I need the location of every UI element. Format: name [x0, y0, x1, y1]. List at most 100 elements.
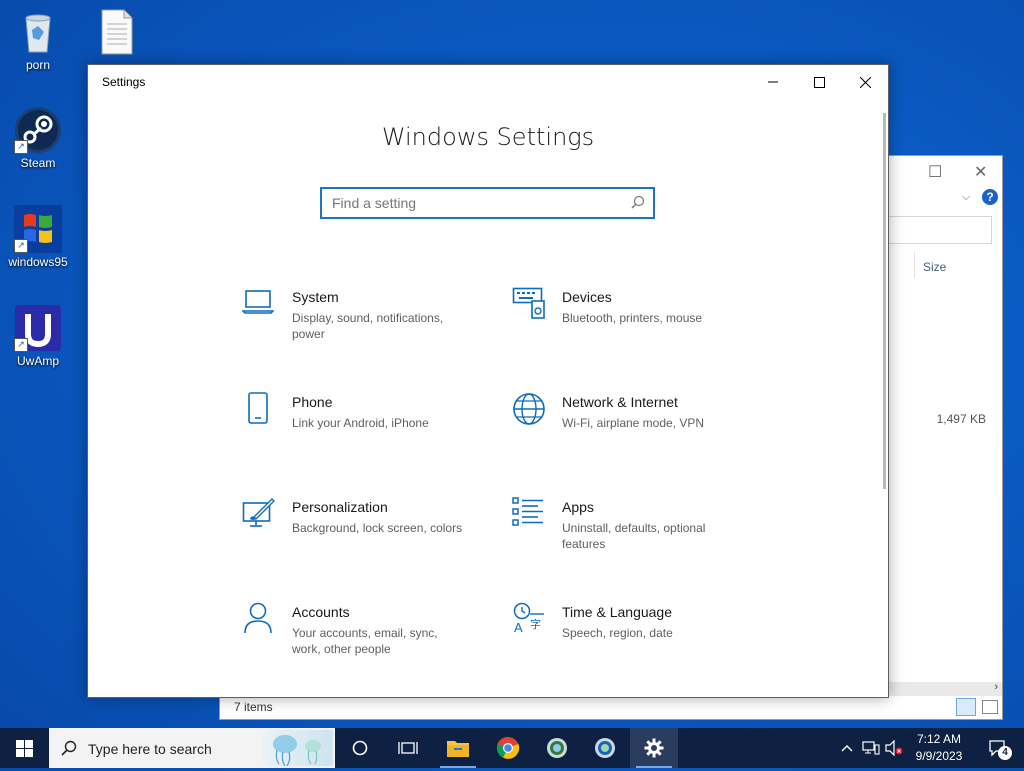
apps-list-icon: [512, 497, 562, 577]
app-globe-icon: [595, 738, 615, 758]
close-icon[interactable]: ✕: [974, 162, 987, 182]
network-tray-button[interactable]: [860, 728, 882, 768]
tile-accounts[interactable]: Accounts Your accounts, email, sync, wor…: [242, 602, 482, 682]
tile-devices[interactable]: Devices Bluetooth, printers, mouse: [512, 287, 752, 367]
shortcut-arrow-icon: ↗: [14, 140, 28, 154]
desktop-icon-steam[interactable]: ↗ Steam: [2, 106, 74, 170]
tile-title: Apps: [562, 499, 594, 515]
tile-network[interactable]: Network & Internet Wi-Fi, airplane mode,…: [512, 392, 752, 472]
document-icon: [92, 8, 140, 56]
settings-taskbar-button[interactable]: [630, 728, 678, 768]
globe-icon: [512, 392, 562, 472]
cortana-button[interactable]: [336, 728, 384, 768]
tile-time-language[interactable]: A字 Time & Language Speech, region, date: [512, 602, 752, 682]
app-taskbar-button-2[interactable]: [581, 728, 629, 768]
desktop-icon-label: porn: [25, 58, 51, 72]
chevron-down-icon[interactable]: ⌵: [962, 191, 970, 204]
tile-description: Uninstall, defaults, optional features: [562, 521, 706, 551]
time-language-icon: A字: [512, 602, 562, 682]
taskbar-search-box[interactable]: Type here to search: [49, 728, 335, 768]
laptop-icon: [241, 287, 292, 367]
status-bar-items: 7 items: [234, 700, 273, 714]
clock[interactable]: 7:12 AM 9/9/2023: [905, 731, 973, 765]
desktop-icon-windows95[interactable]: ↗ windows95: [2, 205, 74, 269]
desktop-icon-label: windows95: [8, 255, 68, 269]
desktop-icon-label: Steam: [20, 156, 56, 170]
shortcut-arrow-icon: ↗: [14, 338, 28, 352]
desktop-icon-uwamp[interactable]: ↗ UwAmp: [2, 304, 74, 368]
tile-personalization[interactable]: Personalization Background, lock screen,…: [242, 497, 482, 577]
tile-title: Devices: [562, 289, 612, 305]
details-view-button[interactable]: [956, 698, 976, 716]
tile-description: Wi-Fi, airplane mode, VPN: [562, 416, 705, 430]
tile-description: Speech, region, date: [562, 626, 673, 640]
tile-description: Background, lock screen, colors: [292, 521, 463, 535]
notification-badge: 4: [998, 746, 1012, 760]
search-icon[interactable]: [631, 195, 645, 214]
tile-title: System: [292, 289, 339, 305]
column-header-size[interactable]: Size: [914, 252, 994, 278]
search-box[interactable]: [888, 216, 992, 244]
gear-icon: [644, 738, 664, 758]
paint-icon: [242, 497, 292, 577]
search-highlight-jellyfish-icon: [263, 730, 333, 767]
tile-title: Accounts: [292, 604, 350, 620]
volume-tray-button[interactable]: [883, 728, 905, 768]
network-icon: [862, 741, 880, 755]
scroll-right-icon[interactable]: ›: [994, 681, 998, 693]
person-icon: [242, 602, 292, 682]
clock-time: 7:12 AM: [916, 732, 962, 746]
search-icon: [61, 740, 77, 756]
window-title: Settings: [102, 75, 146, 89]
app-taskbar-button-1[interactable]: [533, 728, 581, 768]
vertical-scrollbar[interactable]: [883, 113, 886, 489]
tile-description: Display, sound, notifications, power: [292, 311, 444, 341]
chrome-taskbar-button[interactable]: [484, 728, 532, 768]
tile-description: Link your Android, iPhone: [292, 416, 429, 430]
large-icons-view-button[interactable]: [982, 700, 998, 714]
start-button[interactable]: [0, 728, 48, 768]
volume-muted-icon: [885, 740, 903, 756]
tile-title: Network & Internet: [562, 394, 678, 410]
keyboard-devices-icon: [512, 287, 562, 367]
maximize-button[interactable]: [796, 65, 842, 99]
file-size: 1,497 KB: [936, 412, 986, 426]
app-globe-icon: [547, 738, 567, 758]
recycle-bin-icon: [14, 8, 62, 56]
svg-text:字: 字: [530, 617, 541, 631]
maximize-icon: [813, 76, 825, 88]
desktop-icon-label: UwAmp: [16, 354, 59, 368]
task-view-button[interactable]: [384, 728, 432, 768]
search-input[interactable]: [330, 189, 624, 217]
title-bar[interactable]: Settings: [88, 65, 888, 99]
file-explorer-taskbar-button[interactable]: [434, 728, 482, 768]
uwamp-icon: ↗: [14, 304, 62, 352]
tile-system[interactable]: System Display, sound, notifications, po…: [241, 287, 482, 367]
minimize-icon: [768, 81, 778, 83]
desktop-icon-recycle-bin[interactable]: porn: [2, 8, 74, 72]
windows95-icon: ↗: [14, 205, 62, 253]
action-center-button[interactable]: 4: [978, 728, 1018, 768]
find-setting-search[interactable]: [320, 187, 655, 219]
taskbar-search-placeholder: Type here to search: [88, 741, 212, 757]
taskbar: Type here to search 7:12 AM 9/9/2023 4: [0, 728, 1024, 768]
page-title: Windows Settings: [381, 123, 595, 151]
help-icon[interactable]: ?: [982, 189, 998, 205]
minimize-button[interactable]: [750, 65, 796, 99]
tile-title: Personalization: [292, 499, 388, 515]
windows-logo-icon: [15, 739, 33, 757]
cortana-circle-icon: [352, 740, 368, 756]
close-button[interactable]: [842, 65, 888, 99]
phone-icon: [242, 392, 292, 472]
show-hidden-icons-button[interactable]: [838, 728, 856, 768]
tile-description: Bluetooth, printers, mouse: [562, 311, 703, 325]
shortcut-arrow-icon: ↗: [14, 239, 28, 253]
tile-apps[interactable]: Apps Uninstall, defaults, optional featu…: [512, 497, 752, 577]
tile-description: Your accounts, email, sync, work, other …: [292, 626, 438, 656]
task-view-icon: [398, 742, 418, 754]
desktop-icon-document[interactable]: [80, 8, 152, 58]
settings-window[interactable]: Settings Windows Settings System Display…: [87, 64, 889, 698]
tile-phone[interactable]: Phone Link your Android, iPhone: [242, 392, 482, 472]
chrome-icon: [496, 736, 520, 759]
maximize-icon[interactable]: ☐: [928, 162, 942, 182]
